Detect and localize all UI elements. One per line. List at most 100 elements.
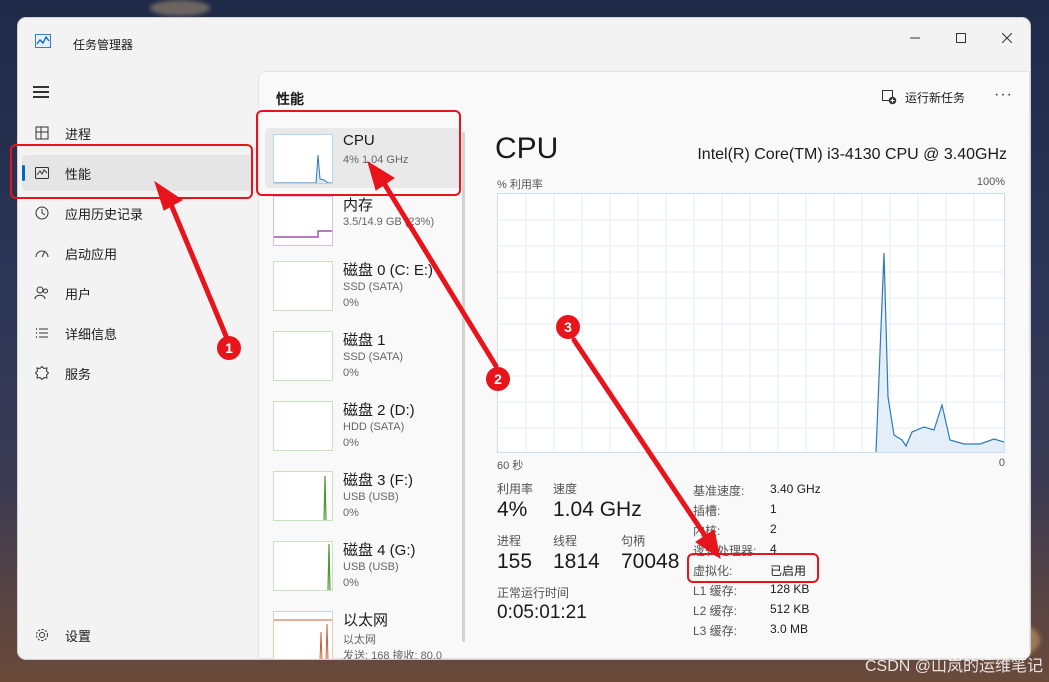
- disk-thumbnail-graph: [273, 401, 333, 451]
- annotation-badge-2: 2: [486, 367, 510, 391]
- details-icon: [36, 328, 48, 338]
- disk-thumbnail-graph: [273, 541, 333, 591]
- resource-item-disk-3[interactable]: 磁盘 3 (F:) USB (USB) 0%: [273, 465, 459, 525]
- graph-x-left-label: 60 秒: [497, 460, 524, 472]
- list-scrollbar[interactable]: [462, 132, 465, 642]
- resource-name: 磁盘 0 (C: E:): [343, 262, 434, 279]
- close-button[interactable]: [984, 24, 1030, 52]
- run-new-task-button[interactable]: 运行新任务: [881, 86, 965, 108]
- speed-value: 1.04 GHz: [553, 498, 642, 521]
- resource-type: USB (USB): [343, 491, 399, 503]
- handles-value: 70048: [621, 550, 680, 573]
- resource-type: SSD (SATA): [343, 351, 404, 363]
- spec-value: 128 KB: [770, 582, 810, 596]
- threads-label: 线程: [553, 534, 578, 548]
- more-options-button[interactable]: ···: [994, 86, 1013, 104]
- minimize-icon: [910, 37, 920, 39]
- resource-name: 内存: [343, 197, 374, 214]
- annotation-badge-3: 3: [556, 315, 580, 339]
- nav-item-label: 服务: [65, 366, 92, 382]
- spec-label: L2 缓存:: [693, 604, 738, 618]
- resource-throughput: 发送: 168 接收: 80.0: [343, 650, 443, 659]
- resource-name: 以太网: [343, 612, 389, 629]
- ethernet-thumbnail-graph: [273, 611, 333, 659]
- hamburger-menu-icon[interactable]: [33, 86, 49, 98]
- resource-usage: 0%: [343, 577, 359, 589]
- resource-item-ethernet[interactable]: 以太网 以太网 发送: 168 接收: 80.0: [273, 605, 459, 659]
- page-title: 性能: [276, 91, 304, 107]
- maximize-icon: [956, 33, 966, 43]
- threads-value: 1814: [553, 550, 600, 573]
- nav-item-label: 启动应用: [65, 246, 118, 262]
- history-icon: [35, 206, 49, 220]
- resource-type: 以太网: [343, 634, 376, 646]
- nav-item-startup-apps[interactable]: 启动应用: [22, 235, 254, 271]
- background-light: [150, 0, 210, 16]
- processes-value: 155: [497, 550, 533, 573]
- processes-icon: [35, 126, 49, 140]
- spec-label: 插槽:: [693, 504, 721, 518]
- memory-thumbnail-graph: [273, 196, 333, 246]
- resource-type: HDD (SATA): [343, 421, 405, 433]
- minimize-button[interactable]: [892, 24, 938, 52]
- spec-value: 3.40 GHz: [770, 482, 821, 496]
- maximize-button[interactable]: [938, 24, 984, 52]
- spec-label: L3 缓存:: [693, 624, 738, 638]
- nav-item-services[interactable]: 服务: [22, 355, 254, 391]
- resource-name: 磁盘 1: [343, 332, 386, 349]
- spec-value: 1: [770, 502, 777, 516]
- resource-item-disk-4[interactable]: 磁盘 4 (G:) USB (USB) 0%: [273, 535, 459, 595]
- resource-type: USB (USB): [343, 561, 399, 573]
- nav-item-users[interactable]: 用户: [22, 275, 254, 311]
- uptime-value: 0:05:01:21: [497, 602, 587, 623]
- spec-label: 基准速度:: [693, 484, 745, 498]
- new-task-icon: [882, 90, 897, 105]
- task-manager-window: 任务管理器 进程 性能 应用历史记录 启动应用 用户 详细信息 服务 设置 性能…: [18, 18, 1030, 659]
- resource-item-disk-0[interactable]: 磁盘 0 (C: E:) SSD (SATA) 0%: [273, 255, 459, 315]
- run-new-task-label: 运行新任务: [905, 90, 966, 105]
- detail-title: CPU: [495, 132, 559, 165]
- utilization-value: 4%: [497, 498, 528, 521]
- resource-item-disk-1[interactable]: 磁盘 1 SSD (SATA) 0%: [273, 325, 459, 385]
- spec-value: 512 KB: [770, 602, 810, 616]
- task-manager-app-icon: [35, 34, 51, 48]
- resource-name: 磁盘 2 (D:): [343, 402, 415, 419]
- speed-label: 速度: [553, 482, 578, 496]
- resource-detail: 3.5/14.9 GB (23%): [343, 216, 435, 228]
- resource-item-memory[interactable]: 内存 3.5/14.9 GB (23%): [273, 190, 459, 250]
- graph-x-right-label: 0: [998, 457, 1005, 469]
- resource-name: 磁盘 3 (F:): [343, 472, 413, 489]
- spec-value: 3.0 MB: [770, 622, 809, 636]
- resource-usage: 0%: [343, 367, 359, 379]
- watermark: CSDN @山岚的运维笔记: [864, 658, 1043, 675]
- resource-usage: 0%: [343, 437, 359, 449]
- cpu-model-name: Intel(R) Core(TM) i3-4130 CPU @ 3.40GHz: [697, 146, 1007, 163]
- nav-item-settings[interactable]: 设置: [22, 617, 254, 653]
- processes-label: 进程: [497, 534, 522, 548]
- disk-thumbnail-graph: [273, 331, 333, 381]
- startup-icon: [35, 250, 49, 258]
- nav-item-label: 详细信息: [65, 326, 118, 342]
- spec-label: L1 缓存:: [693, 584, 738, 598]
- resource-item-disk-2[interactable]: 磁盘 2 (D:) HDD (SATA) 0%: [273, 395, 459, 455]
- nav-item-label: 应用历史记录: [65, 206, 144, 222]
- utilization-label: 利用率: [497, 482, 534, 496]
- resource-list: CPU 4% 1.04 GHz 内存 3.5/14.9 GB (23%) 磁盘 …: [259, 124, 471, 659]
- annotation-box-cpu: [256, 110, 461, 196]
- window-title: 任务管理器: [73, 38, 134, 52]
- nav-item-label: 用户: [65, 286, 92, 302]
- users-icon: [34, 286, 48, 300]
- disk-thumbnail-graph: [273, 261, 333, 311]
- uptime-label: 正常运行时间: [497, 586, 570, 600]
- resource-name: 磁盘 4 (G:): [343, 542, 416, 559]
- spec-value: 2: [770, 522, 777, 536]
- nav-item-label: 设置: [65, 628, 92, 644]
- spec-label: 内核:: [693, 524, 721, 538]
- annotation-box-performance: [10, 144, 253, 199]
- disk-thumbnail-graph: [273, 471, 333, 521]
- handles-label: 句柄: [621, 534, 646, 548]
- resource-type: SSD (SATA): [343, 281, 404, 293]
- nav-item-app-history[interactable]: 应用历史记录: [22, 195, 254, 231]
- services-icon: [34, 365, 50, 381]
- title-bar[interactable]: 任务管理器: [18, 18, 1030, 68]
